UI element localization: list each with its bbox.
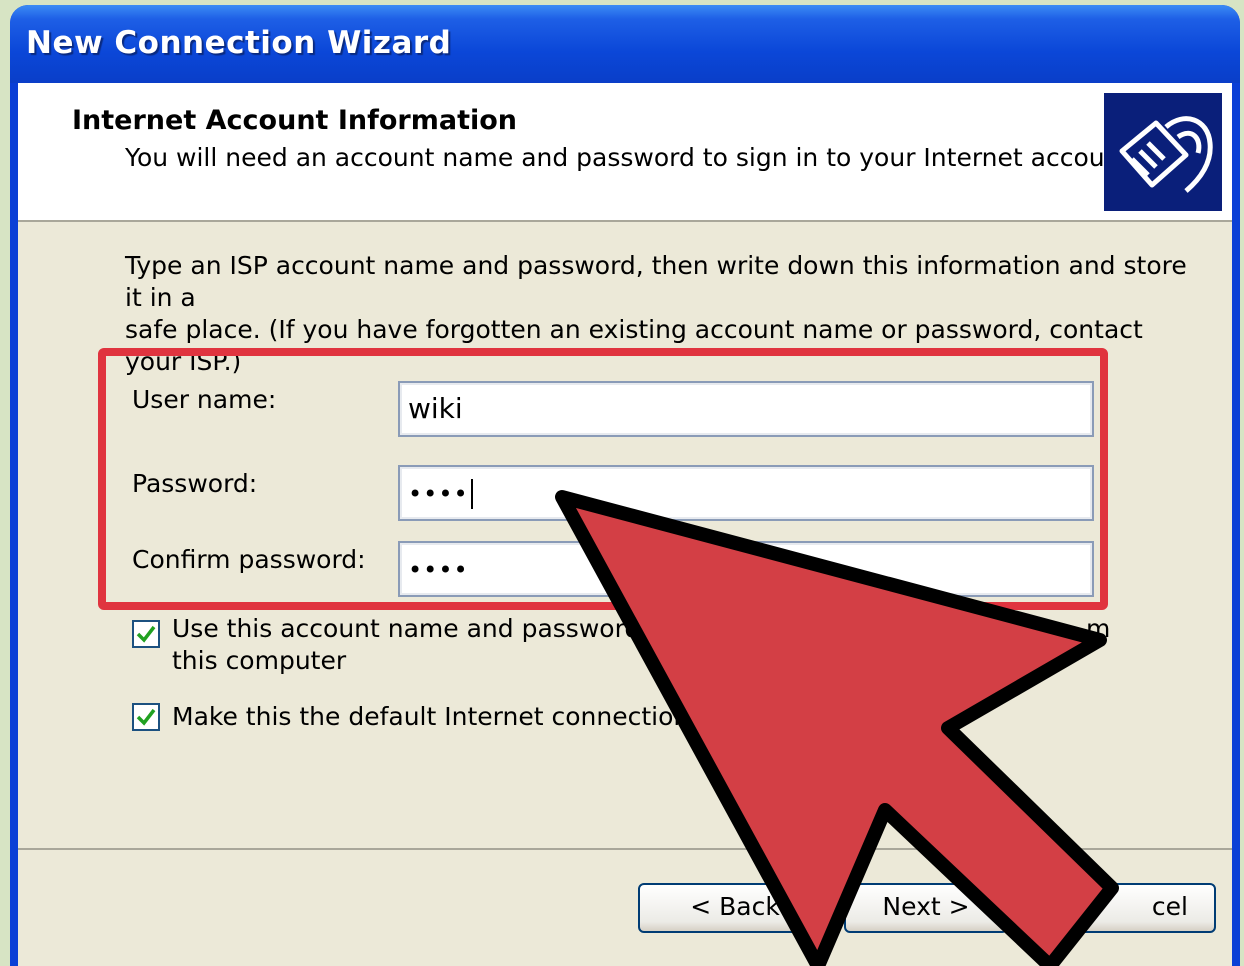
back-button[interactable]: < Back: [638, 883, 832, 933]
use-account-label-line1: Use this account name and password: [172, 614, 641, 643]
use-account-label-fragment: m: [1086, 614, 1111, 643]
footer-divider: [18, 848, 1232, 850]
default-connection-checkbox[interactable]: [132, 703, 160, 731]
wizard-window: New Connection Wizard Internet Account I…: [10, 5, 1240, 966]
next-button[interactable]: Next >: [844, 883, 1008, 933]
use-account-label-line2: this computer: [172, 646, 347, 675]
page-title: Internet Account Information: [72, 105, 518, 136]
network-cable-icon: [1104, 93, 1222, 211]
title-bar[interactable]: New Connection Wizard: [10, 5, 1240, 83]
checkmark-icon: [136, 625, 156, 643]
use-account-checkbox[interactable]: [132, 620, 160, 648]
checkmark-icon: [136, 708, 156, 726]
cancel-button[interactable]: cel: [1048, 883, 1216, 933]
instruction-line-1: Type an ISP account name and password, t…: [125, 251, 1187, 312]
wizard-header: Internet Account Information You will ne…: [18, 83, 1232, 222]
wizard-client-area: Internet Account Information You will ne…: [18, 83, 1232, 966]
page-subtitle: You will need an account name and passwo…: [125, 143, 1139, 172]
fields-highlight-box: [98, 348, 1108, 610]
window-title: New Connection Wizard: [26, 25, 452, 61]
use-account-label[interactable]: Use this account name and password: [172, 613, 640, 645]
default-connection-label[interactable]: Make this the default Internet connectio…: [172, 701, 689, 733]
